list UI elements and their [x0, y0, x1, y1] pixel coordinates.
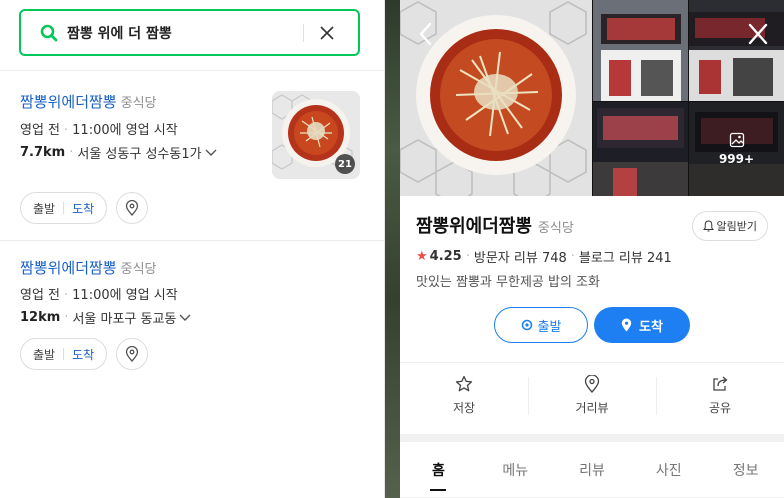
place-category: 중식당: [537, 221, 574, 236]
result-thumbnail[interactable]: 21: [272, 91, 360, 179]
distance: 7.7km: [20, 145, 66, 160]
share-icon: [713, 376, 728, 391]
gallery-photo-more[interactable]: 999+: [689, 102, 784, 196]
location-pin-icon: [125, 346, 139, 362]
open-status: 영업 전: [20, 288, 61, 303]
more-photos-overlay: 999+: [689, 102, 784, 196]
arrive-button[interactable]: 도착: [594, 307, 690, 343]
search-icon: [40, 24, 58, 41]
result-title[interactable]: 짬뽕위에더짬뽕 중식당: [20, 91, 157, 112]
alarm-label: 알림받기: [716, 220, 757, 233]
streetview-label: 거리뷰: [575, 401, 609, 415]
place-title-row: 짬뽕위에더짬뽕 중식당: [416, 212, 574, 238]
gallery-icon: [729, 132, 744, 148]
share-label: 공유: [708, 401, 732, 415]
map-view[interactable]: [385, 0, 401, 498]
divider: [0, 240, 385, 241]
clear-search-button[interactable]: [316, 22, 338, 44]
result-name[interactable]: 짬뽕위에더짬뽕: [20, 93, 117, 111]
distance: 12km: [20, 310, 61, 325]
search-box[interactable]: [19, 9, 360, 56]
place-description: 맛있는 짬뽕과 무한제공 밥의 조화: [416, 275, 600, 290]
depart-label: 출발: [537, 319, 562, 335]
result-category: 중식당: [120, 96, 157, 111]
tab-reviews[interactable]: 리뷰: [554, 442, 631, 497]
star-outline-icon: [455, 375, 473, 392]
rating-row: ★ 4.25 · 방문자 리뷰 748 · 블로그 리뷰 241: [416, 247, 672, 266]
search-input[interactable]: [67, 24, 297, 41]
gallery-photo[interactable]: [689, 0, 784, 101]
star-icon: ★: [416, 249, 428, 264]
close-icon: [320, 25, 334, 40]
streetview-button[interactable]: [116, 338, 148, 370]
alarm-button[interactable]: 알림받기: [691, 211, 768, 241]
result-location[interactable]: 12km · 서울 마포구 동교동: [20, 308, 191, 327]
result-hours: 영업 전 · 11:00에 영업 시작: [20, 123, 178, 138]
blog-reviews-link[interactable]: 블로그 리뷰 241: [579, 247, 672, 266]
arrive-button[interactable]: 도착: [72, 200, 94, 217]
close-icon[interactable]: [746, 20, 770, 48]
map-app: 짬뽕위에더짬뽕중식당 영업 전·11:00에 영업 시작 7.7km·서울 성동…: [0, 0, 784, 498]
result-hours: 영업 전 · 11:00에 영업 시작: [20, 288, 178, 303]
result-category: 중식당: [120, 262, 157, 277]
photo-count-badge: 21: [335, 154, 355, 174]
chevron-down-icon[interactable]: [179, 314, 191, 322]
arrive-label: 도착: [639, 319, 663, 335]
tab-home[interactable]: 홈: [400, 442, 477, 497]
open-time: 11:00에 영업 시작: [72, 123, 178, 138]
save-label: 저장: [452, 401, 476, 415]
save-button[interactable]: 저장: [400, 363, 528, 428]
gallery-photo[interactable]: [593, 102, 688, 196]
streetview-button[interactable]: 거리뷰: [528, 363, 656, 428]
result-title[interactable]: 짬뽕위에더짬뽕 중식당: [20, 257, 157, 278]
open-time: 11:00에 영업 시작: [72, 288, 178, 303]
address[interactable]: 서울 마포구 동교동: [72, 308, 176, 327]
depart-button[interactable]: 출발: [494, 307, 588, 343]
section-divider: [400, 434, 784, 442]
search-divider: [303, 23, 304, 42]
place-detail-panel: 999+ 짬뽕위에더짬뽕 중식당 알림받기 ★ 4.25 · 방문자 리뷰 74…: [400, 0, 784, 498]
photo-gallery[interactable]: 999+: [400, 0, 784, 196]
bell-icon: [702, 220, 714, 232]
location-pin-icon: [125, 200, 139, 216]
place-name: 짬뽕위에더짬뽕: [416, 216, 532, 237]
streetview-button[interactable]: [116, 192, 148, 224]
divider: [0, 70, 385, 71]
gallery-photo[interactable]: [593, 0, 688, 101]
streetview-pin-icon: [584, 375, 600, 393]
open-status: 영업 전: [20, 123, 61, 138]
photo-count: 999+: [718, 152, 755, 166]
search-panel: 짬뽕위에더짬뽕중식당 영업 전·11:00에 영업 시작 7.7km·서울 성동…: [0, 0, 385, 498]
location-pin-icon: [621, 318, 632, 332]
tab-menu[interactable]: 메뉴: [477, 442, 554, 497]
route-buttons: 출발 도착: [20, 192, 108, 224]
result-name[interactable]: 짬뽕위에더짬뽕: [20, 259, 117, 277]
visitor-reviews-link[interactable]: 방문자 리뷰 748: [474, 247, 567, 266]
action-buttons: 저장 거리뷰 공유: [400, 362, 784, 428]
circle-dot-icon: [521, 319, 532, 331]
route-buttons: 출발 도착: [20, 338, 108, 370]
share-button[interactable]: 공유: [656, 363, 784, 428]
back-arrow-icon[interactable]: [414, 20, 438, 48]
depart-button[interactable]: 출발: [33, 346, 55, 363]
result-location[interactable]: 7.7km · 서울 성동구 성수동1가: [20, 143, 217, 162]
tab-info[interactable]: 정보: [707, 442, 784, 497]
arrive-button[interactable]: 도착: [72, 346, 94, 363]
address[interactable]: 서울 성동구 성수동1가: [77, 143, 201, 162]
tab-photos[interactable]: 사진: [630, 442, 707, 497]
depart-button[interactable]: 출발: [33, 200, 55, 217]
rating-value: 4.25: [429, 249, 462, 264]
detail-tabs: 홈 메뉴 리뷰 사진 정보: [400, 442, 784, 498]
chevron-down-icon[interactable]: [205, 149, 217, 157]
